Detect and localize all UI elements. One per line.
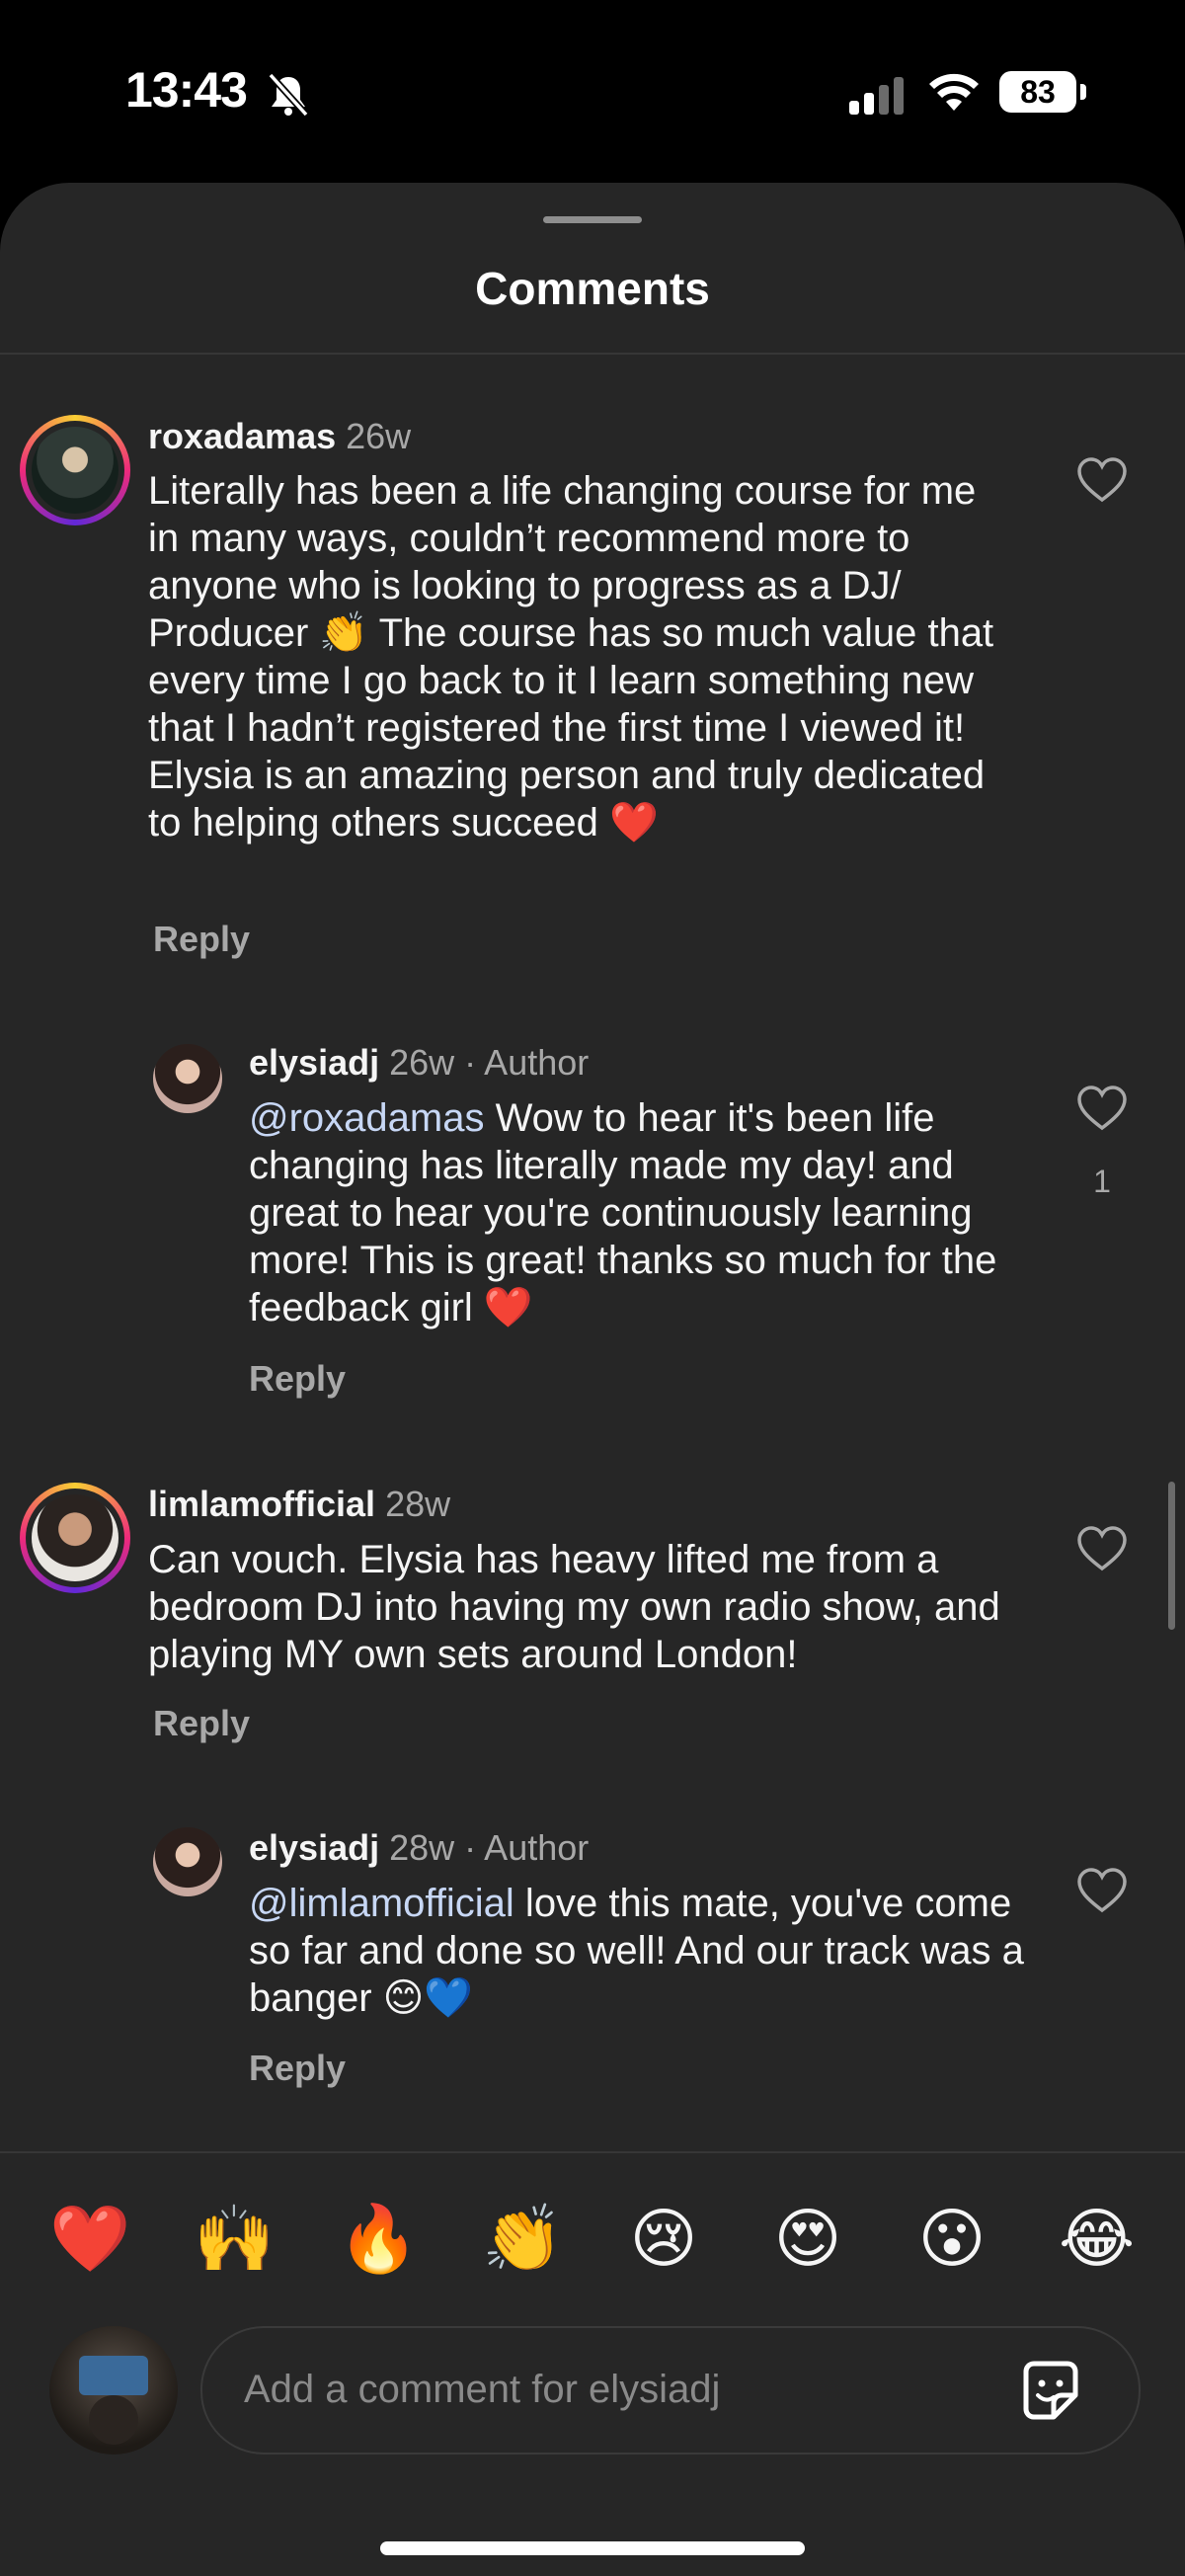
- reaction-laugh-button[interactable]: 😂: [1059, 2201, 1135, 2276]
- scroll-indicator[interactable]: [1168, 1482, 1175, 1630]
- username[interactable]: limlamofficial: [148, 1484, 375, 1524]
- comment-age: 26w: [389, 1042, 455, 1083]
- reaction-cry-button[interactable]: 😢: [626, 2201, 701, 2276]
- sticker-icon[interactable]: [1018, 2358, 1083, 2423]
- header-divider: [0, 353, 1185, 355]
- author-tag: · Author: [464, 1827, 590, 1868]
- bell-slash-icon: [268, 72, 309, 118]
- reply-button[interactable]: Reply: [249, 2048, 346, 2089]
- like-count: 1: [1093, 1164, 1111, 1199]
- comment-meta: elysiadj 26w · Author: [249, 1042, 589, 1084]
- reaction-heart-eyes-button[interactable]: 😍: [770, 2201, 845, 2276]
- heart-icon[interactable]: [1076, 1085, 1128, 1132]
- avatar[interactable]: [153, 1827, 222, 1896]
- comment-meta: elysiadj 28w · Author: [249, 1827, 589, 1869]
- mention-link[interactable]: @roxadamas: [249, 1096, 484, 1140]
- reply-button[interactable]: Reply: [153, 919, 250, 960]
- username[interactable]: elysiadj: [249, 1827, 379, 1868]
- avatar[interactable]: [153, 1044, 222, 1113]
- comment-text: @limlamofficial love this mate, you've c…: [249, 1880, 1029, 2022]
- status-time: 13:43: [125, 62, 248, 118]
- wifi-icon: [929, 73, 979, 111]
- battery-indicator: 83: [999, 71, 1076, 113]
- reaction-heart-button[interactable]: ❤️: [49, 2201, 130, 2276]
- heart-icon[interactable]: [1076, 1867, 1128, 1914]
- username[interactable]: roxadamas: [148, 416, 336, 456]
- comment-age: 28w: [389, 1827, 455, 1868]
- comments-sheet: Comments roxadamas 26w Literally has bee…: [0, 183, 1185, 2576]
- reaction-wow-button[interactable]: 😮: [914, 2201, 989, 2276]
- heart-icon[interactable]: [1076, 456, 1128, 504]
- status-bar: 13:43 83: [0, 0, 1185, 188]
- comment-age: 26w: [346, 416, 412, 456]
- home-indicator[interactable]: [380, 2541, 805, 2555]
- comment-input-placeholder: Add a comment for elysiadj: [244, 2368, 721, 2411]
- username[interactable]: elysiadj: [249, 1042, 379, 1083]
- comment-text: @roxadamas Wow to hear it's been life ch…: [249, 1094, 1029, 1331]
- battery-cap: [1080, 84, 1086, 100]
- reaction-fire-button[interactable]: 🔥: [338, 2201, 419, 2276]
- reaction-clap-button[interactable]: 👏: [482, 2201, 563, 2276]
- comment-meta: limlamofficial 28w: [148, 1484, 450, 1525]
- composer-avatar: [49, 2326, 178, 2455]
- author-tag: · Author: [464, 1042, 590, 1083]
- reactions-divider: [0, 2151, 1185, 2153]
- comment-meta: roxadamas 26w: [148, 416, 411, 457]
- sheet-title: Comments: [475, 263, 710, 314]
- reply-button[interactable]: Reply: [249, 1358, 346, 1400]
- heart-icon[interactable]: [1076, 1525, 1128, 1572]
- reaction-raised-hands-button[interactable]: 🙌: [194, 2201, 275, 2276]
- avatar[interactable]: [20, 1483, 130, 1593]
- comment-input[interactable]: Add a comment for elysiadj: [200, 2326, 1141, 2455]
- comment-text: Can vouch. Elysia has heavy lifted me fr…: [148, 1538, 1000, 1676]
- comment-text: Literally has been a life changing cours…: [148, 469, 994, 845]
- avatar[interactable]: [20, 415, 130, 525]
- sheet-grabber[interactable]: [543, 216, 642, 223]
- reply-button[interactable]: Reply: [153, 1703, 250, 1744]
- mention-link[interactable]: @limlamofficial: [249, 1882, 514, 1925]
- comment-age: 28w: [385, 1484, 451, 1524]
